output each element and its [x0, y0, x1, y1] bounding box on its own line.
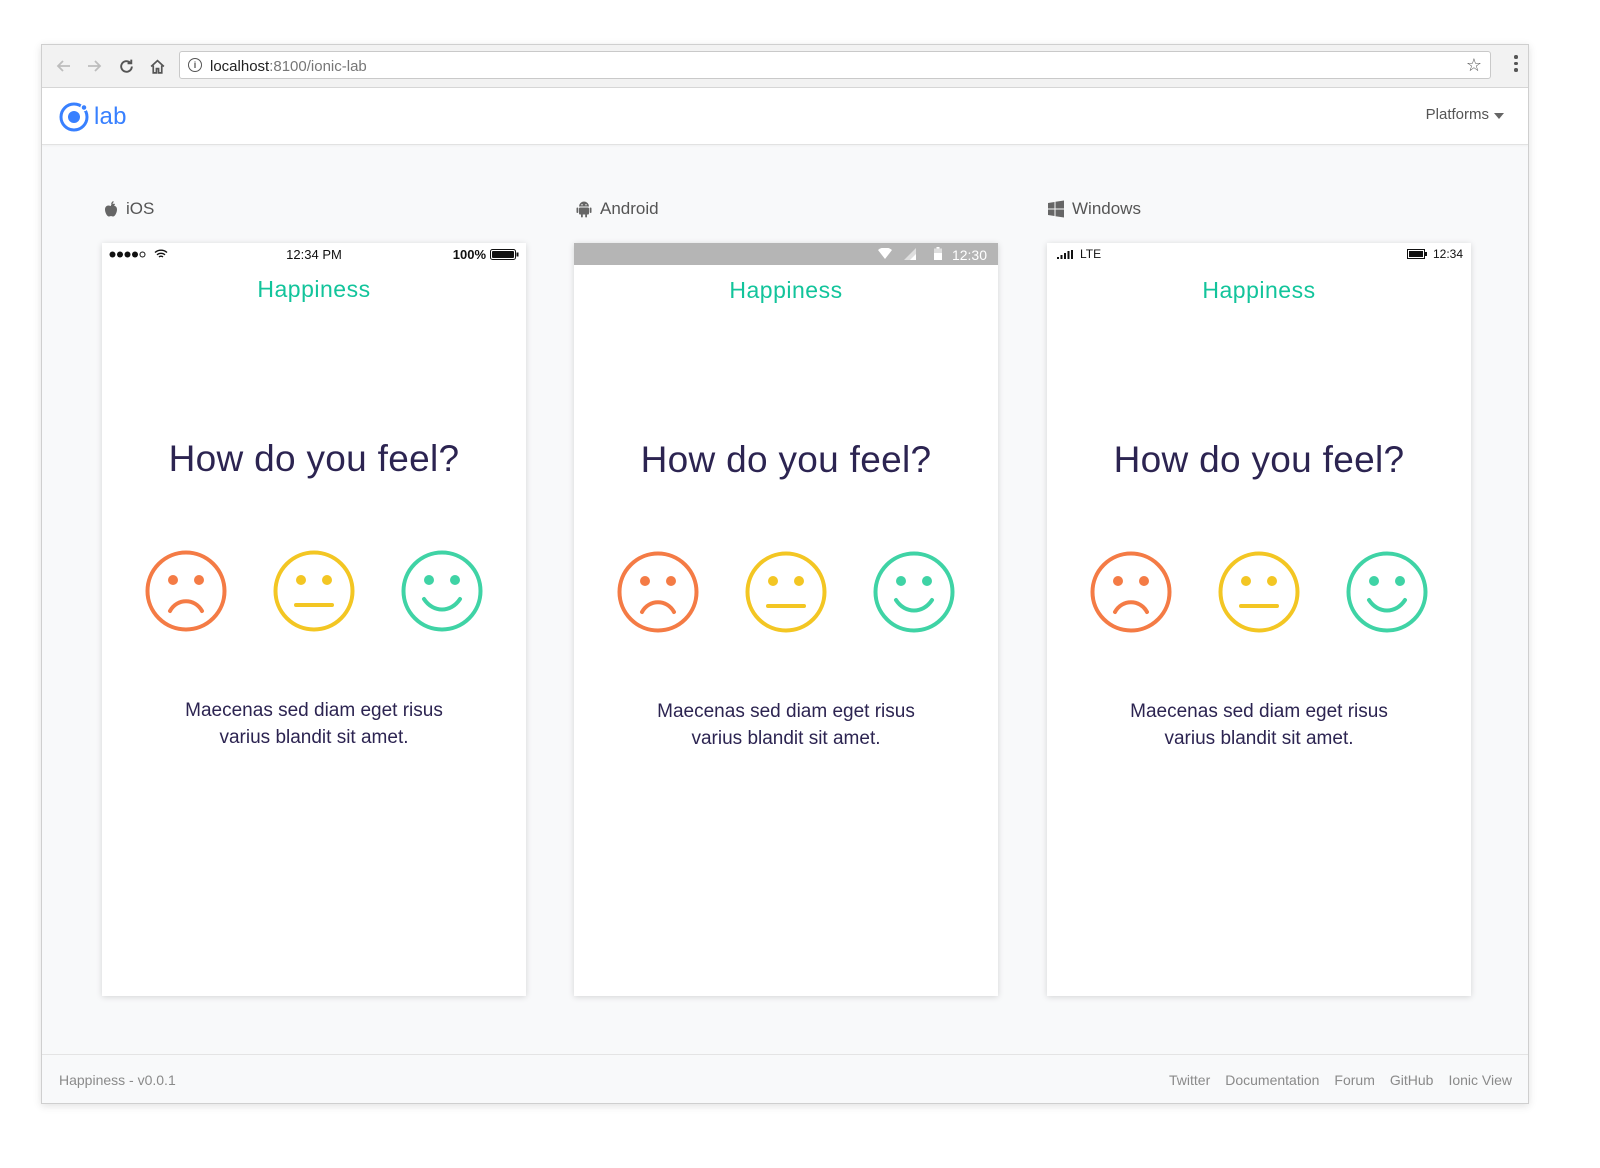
app-version: Happiness - v0.0.1: [59, 1072, 176, 1088]
kebab-menu-icon[interactable]: [1514, 55, 1518, 72]
footer-links: Twitter Documentation Forum GitHub Ionic…: [1169, 1072, 1512, 1088]
battery-icon: [1407, 249, 1427, 259]
footer-link-forum[interactable]: Forum: [1334, 1072, 1374, 1088]
description-text: Maecenas sed diam eget risus varius blan…: [1130, 701, 1388, 749]
happy-face-icon[interactable]: [400, 549, 484, 633]
neutral-face-icon[interactable]: [1217, 550, 1301, 634]
question-heading: How do you feel?: [640, 439, 932, 480]
platform-label-ios: iOS: [103, 199, 154, 219]
cell-signal-icon: [904, 248, 916, 260]
mood-faces: [1047, 550, 1471, 634]
sad-face-icon[interactable]: [616, 550, 700, 634]
app-title: Happiness: [1202, 277, 1316, 303]
windows-status-bar: LTE 12:34: [1047, 243, 1471, 265]
ios-status-bar: 12:34 PM 100%: [102, 243, 526, 265]
home-icon[interactable]: [145, 54, 169, 78]
sad-face-icon[interactable]: [144, 549, 228, 633]
description-text: Maecenas sed diam eget risus varius blan…: [185, 700, 443, 748]
happy-face-icon[interactable]: [1345, 550, 1429, 634]
app-title: Happiness: [729, 277, 843, 303]
windows-network: LTE: [1080, 247, 1102, 261]
cell-signal-icon: [1057, 250, 1073, 259]
platforms-label: Platforms: [1425, 106, 1489, 123]
url-text[interactable]: localhost:8100/ionic-lab: [210, 58, 367, 75]
android-time: 12:30: [951, 247, 987, 263]
platform-label-windows: Windows: [1047, 199, 1141, 219]
mood-faces: [574, 550, 998, 634]
device-frame-ios: 12:34 PM 100% Happiness How do you feel?…: [102, 243, 526, 996]
device-frame-windows: LTE 12:34 Happiness How do you feel? Mae…: [1047, 243, 1471, 996]
windows-time: 12:34: [1432, 247, 1463, 261]
footer-link-ionic-view[interactable]: Ionic View: [1448, 1072, 1512, 1088]
star-icon[interactable]: ☆: [1466, 55, 1482, 76]
browser-toolbar: i localhost:8100/ionic-lab ☆: [42, 45, 1528, 88]
back-arrow-icon[interactable]: [52, 54, 76, 78]
lab-logo[interactable]: lab: [58, 101, 127, 133]
footer-link-github[interactable]: GitHub: [1390, 1072, 1434, 1088]
info-icon[interactable]: i: [188, 58, 202, 72]
wifi-icon: [878, 248, 892, 259]
lab-logo-text: lab: [94, 103, 127, 130]
apple-icon: [105, 201, 117, 217]
question-heading: How do you feel?: [1113, 439, 1405, 480]
sad-face-icon[interactable]: [1089, 550, 1173, 634]
lab-footer: Happiness - v0.0.1 Twitter Documentation…: [42, 1054, 1528, 1103]
android-icon: [576, 201, 592, 218]
browser-window: i localhost:8100/ionic-lab ☆ lab Platfor…: [41, 44, 1529, 1104]
ionic-logo-icon: [59, 102, 89, 132]
happy-face-icon[interactable]: [872, 550, 956, 634]
question-heading: How do you feel?: [168, 438, 460, 479]
app-title: Happiness: [257, 276, 371, 302]
reload-icon[interactable]: [114, 54, 138, 78]
battery-icon: [934, 247, 942, 260]
platforms-dropdown[interactable]: Platforms: [1426, 106, 1504, 123]
forward-arrow-icon[interactable]: [82, 54, 106, 78]
android-status-bar: 12:30: [574, 243, 998, 265]
footer-link-twitter[interactable]: Twitter: [1169, 1072, 1210, 1088]
windows-icon: [1048, 200, 1064, 218]
address-bar[interactable]: i localhost:8100/ionic-lab ☆: [179, 51, 1491, 79]
description-text: Maecenas sed diam eget risus varius blan…: [657, 701, 915, 749]
footer-link-documentation[interactable]: Documentation: [1225, 1072, 1319, 1088]
platform-label-android: Android: [575, 199, 659, 219]
device-frame-android: 12:30 Happiness How do you feel? Maecena…: [574, 243, 998, 996]
chevron-down-icon: [1494, 112, 1504, 119]
battery-icon: [490, 249, 519, 260]
ios-battery-percent: 100%: [452, 247, 486, 262]
lab-header: lab Platforms: [42, 88, 1528, 145]
neutral-face-icon[interactable]: [744, 550, 828, 634]
mood-faces: [102, 549, 526, 633]
neutral-face-icon[interactable]: [272, 549, 356, 633]
